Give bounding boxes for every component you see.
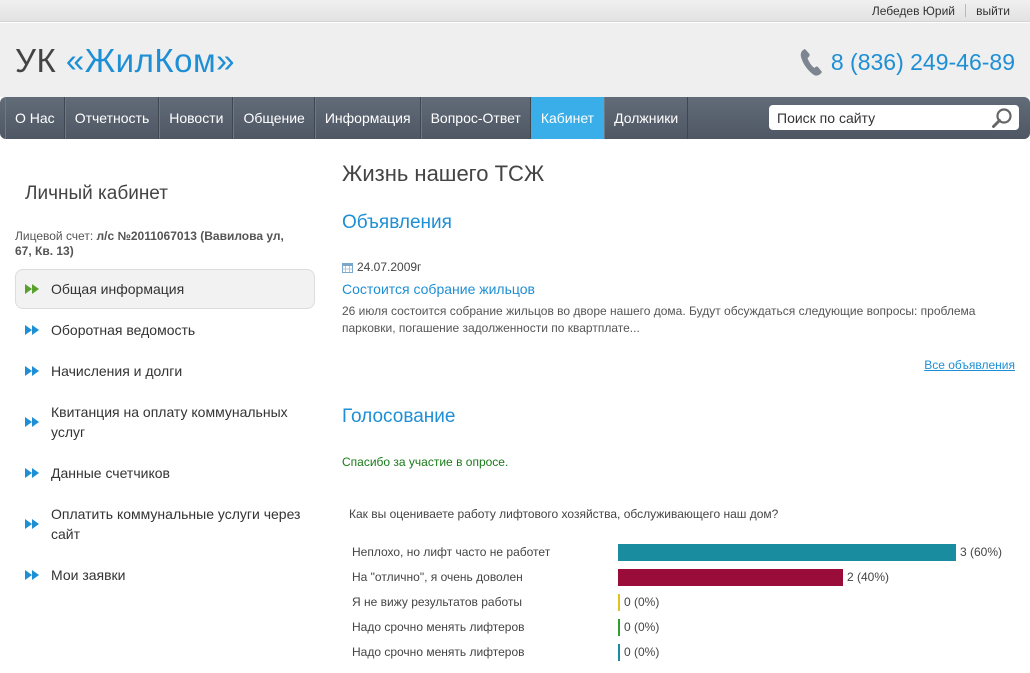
- nav-item[interactable]: Отчетность: [64, 97, 160, 139]
- poll-results: Неплохо, но лифт часто не работет 3 (60%)…: [352, 540, 1022, 665]
- double-arrow-icon: [25, 468, 39, 478]
- calendar-icon: [342, 262, 353, 273]
- sidebar-menu-item[interactable]: Оплатить коммунальные услуги через сайт: [15, 494, 315, 554]
- logo-prefix: УК: [15, 42, 66, 79]
- double-arrow-icon: [25, 284, 39, 294]
- phone-number: 8 (836) 249-46-89: [830, 48, 1015, 75]
- sidebar-menu-label: Мои заявки: [51, 567, 126, 583]
- poll-option-label: Неплохо, но лифт часто не работет: [352, 545, 551, 559]
- sidebar-menu-label: Квитанция на оплату коммунальных услуг: [51, 404, 288, 440]
- nav-items: О Нас Отчетность Новости Общение Информация В…: [5, 97, 689, 139]
- account-info: Лицевой счет: л/с №2011067013 (Вавилова …: [15, 229, 300, 259]
- search-input[interactable]: [769, 105, 984, 130]
- poll-option-row: На "отлично", я очень доволен 2 (40%): [352, 565, 1022, 590]
- site-logo[interactable]: УК «ЖилКом»: [15, 42, 235, 80]
- user-bar-divider: [965, 4, 966, 17]
- double-arrow-icon: [25, 570, 39, 580]
- sidebar-menu-label: Оборотная ведомость: [51, 322, 196, 338]
- nav-item[interactable]: Должники: [604, 97, 689, 139]
- announcements-title: Объявления: [342, 212, 452, 233]
- double-arrow-icon: [25, 325, 39, 335]
- poll-option-row: Надо срочно менять лифтеров 0 (0%): [352, 615, 1022, 640]
- sidebar-title: Личный кабинет: [25, 183, 168, 204]
- sidebar-menu-item[interactable]: Данные счетчиков: [15, 453, 315, 493]
- nav-item[interactable]: Новости: [159, 97, 234, 139]
- magnifier-icon[interactable]: [991, 107, 1013, 129]
- all-announcements-link[interactable]: Все объявления: [924, 358, 1015, 372]
- nav-item[interactable]: О Нас: [5, 97, 65, 139]
- poll-question: Как вы оцениваете работу лифтового хозяй…: [349, 507, 779, 521]
- sidebar-menu: Общая информация Оборотная ведомость Начис…: [15, 269, 315, 595]
- poll-option-label: Надо срочно менять лифтеров: [352, 620, 525, 634]
- poll-result-value: 2 (40%): [847, 570, 890, 584]
- poll-result-bar: [618, 619, 620, 636]
- voting-title: Голосование: [342, 406, 456, 427]
- nav-item[interactable]: Информация: [314, 97, 421, 139]
- poll-result-bar: [618, 544, 956, 561]
- nav-item[interactable]: Кабинет: [530, 97, 605, 139]
- double-arrow-icon: [25, 417, 39, 427]
- main-nav: О Нас Отчетность Новости Общение Информация В…: [0, 97, 1030, 139]
- double-arrow-icon: [25, 366, 39, 376]
- phone-block: 8 (836) 249-46-89: [799, 47, 1015, 77]
- double-arrow-icon: [25, 519, 39, 529]
- poll-result-value: 0 (0%): [624, 595, 660, 609]
- logout-link[interactable]: выйти: [976, 4, 1010, 18]
- poll-result-bar: [618, 569, 843, 586]
- poll-result-value: 0 (0%): [624, 620, 660, 634]
- sidebar-menu-label: Начисления и долги: [51, 363, 183, 379]
- nav-item[interactable]: Общение: [233, 97, 315, 139]
- sidebar-menu-label: Общая информация: [51, 281, 185, 297]
- sidebar-menu-item[interactable]: Квитанция на оплату коммунальных услуг: [15, 392, 315, 452]
- user-bar: Лебедев Юрий выйти: [0, 0, 1030, 22]
- phone-icon: [800, 49, 822, 76]
- sidebar-menu-item[interactable]: Общая информация: [15, 269, 315, 309]
- search-box: [769, 105, 1019, 130]
- site-header: УК «ЖилКом» 8 (836) 249-46-89: [0, 23, 1030, 97]
- user-name[interactable]: Лебедев Юрий: [872, 4, 955, 18]
- poll-result-value: 0 (0%): [624, 645, 660, 659]
- announcement-text: 26 июля состоится собрание жильцов во дв…: [342, 304, 976, 335]
- announcement-link[interactable]: Состоится собрание жильцов: [342, 281, 535, 297]
- poll-option-label: Надо срочно менять лифтеров: [352, 645, 525, 659]
- poll-option-label: Я не вижу результатов работы: [352, 595, 522, 609]
- account-label: Лицевой счет:: [15, 229, 97, 243]
- poll-option-row: Неплохо, но лифт часто не работет 3 (60%): [352, 540, 1022, 565]
- poll-option-label: На "отлично", я очень доволен: [352, 570, 523, 584]
- sidebar-menu-item[interactable]: Оборотная ведомость: [15, 310, 315, 350]
- sidebar-menu-item[interactable]: Мои заявки: [15, 555, 315, 595]
- poll-result-bar: [618, 644, 620, 661]
- announcement-date: 24.07.2009г: [342, 260, 421, 274]
- sidebar-menu-label: Данные счетчиков: [51, 465, 170, 481]
- sidebar-menu-item[interactable]: Начисления и долги: [15, 351, 315, 391]
- sidebar-menu-label: Оплатить коммунальные услуги через сайт: [51, 506, 301, 542]
- poll-option-row: Я не вижу результатов работы 0 (0%): [352, 590, 1022, 615]
- announcement-date-text: 24.07.2009г: [357, 260, 422, 274]
- poll-result-bar: [618, 594, 620, 611]
- voting-thanks: Спасибо за участие в опросе.: [342, 455, 509, 469]
- logo-brand: «ЖилКом»: [65, 42, 235, 79]
- poll-option-row: Надо срочно менять лифтеров 0 (0%): [352, 640, 1022, 665]
- poll-result-value: 3 (60%): [960, 545, 1003, 559]
- page-title: Жизнь нашего ТСЖ: [342, 161, 545, 186]
- nav-item[interactable]: Вопрос-Ответ: [420, 97, 531, 139]
